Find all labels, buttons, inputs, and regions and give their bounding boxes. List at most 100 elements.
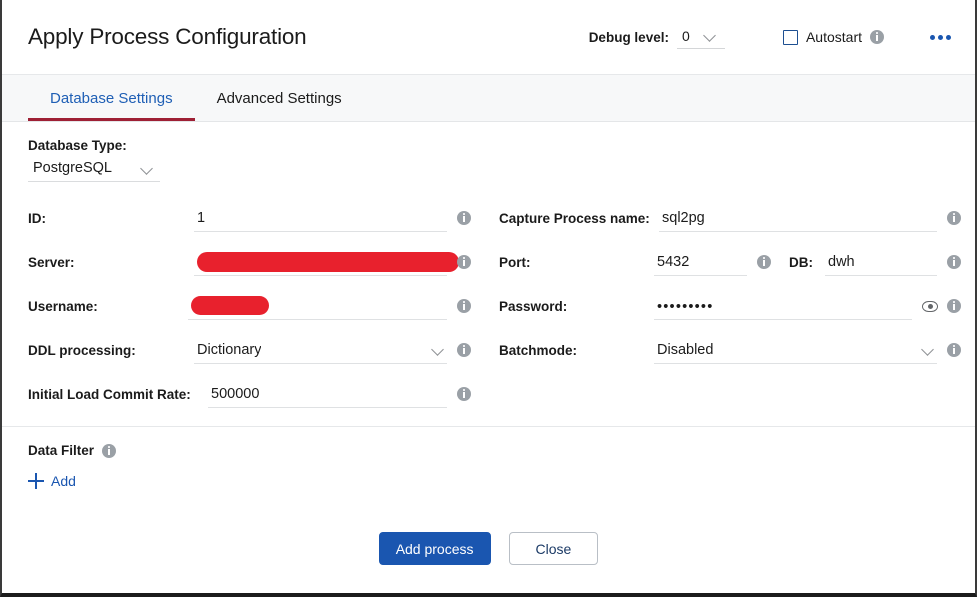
info-icon[interactable] bbox=[947, 211, 961, 225]
redaction-mark bbox=[197, 251, 459, 272]
info-icon[interactable] bbox=[870, 30, 884, 44]
port-value: 5432 bbox=[657, 253, 690, 270]
port-label: Port: bbox=[499, 254, 531, 270]
info-icon[interactable] bbox=[102, 443, 117, 458]
ddl-processing-select[interactable]: Dictionary bbox=[194, 337, 447, 364]
tab-advanced-settings[interactable]: Advanced Settings bbox=[195, 75, 364, 121]
ddl-processing-value: Dictionary bbox=[197, 341, 262, 358]
field-row-id: ID: 1 bbox=[2, 196, 489, 240]
more-options-button[interactable] bbox=[930, 34, 951, 40]
data-filter-title: Data Filter bbox=[28, 443, 95, 458]
dot-icon bbox=[938, 34, 943, 40]
capture-process-name-value: sql2pg bbox=[662, 209, 705, 226]
server-icons bbox=[457, 255, 471, 269]
form-column-right: Capture Process name: sql2pg Port: 5432 bbox=[489, 196, 975, 416]
password-input[interactable]: ••••••••• bbox=[654, 293, 912, 320]
field-row-initial-load-commit-rate: Initial Load Commit Rate: 500000 bbox=[2, 372, 489, 416]
info-icon[interactable] bbox=[457, 387, 471, 401]
ddl-processing-label: DDL processing: bbox=[28, 342, 136, 358]
add-process-button[interactable]: Add process bbox=[378, 532, 491, 565]
database-type-label: Database Type: bbox=[28, 138, 127, 153]
id-input[interactable]: 1 bbox=[194, 205, 447, 232]
data-filter-section: Data Filter Add bbox=[2, 427, 975, 494]
username-label: Username: bbox=[28, 298, 98, 314]
id-label: ID: bbox=[28, 210, 46, 226]
info-icon[interactable] bbox=[457, 299, 471, 313]
tab-label: Advanced Settings bbox=[216, 89, 342, 107]
plus-icon bbox=[28, 473, 44, 489]
dot-icon bbox=[946, 34, 951, 40]
info-icon[interactable] bbox=[757, 255, 771, 269]
id-value: 1 bbox=[197, 209, 206, 226]
info-icon[interactable] bbox=[457, 211, 471, 225]
db-input[interactable]: dwh bbox=[825, 249, 937, 276]
db-label: DB: bbox=[789, 254, 813, 270]
batchmode-icons bbox=[947, 343, 961, 357]
db-icons bbox=[947, 255, 961, 269]
database-type-group: Database Type: PostgreSQL bbox=[2, 138, 975, 182]
password-label: Password: bbox=[499, 298, 568, 314]
initial-load-commit-rate-value: 500000 bbox=[211, 385, 260, 402]
redaction-mark bbox=[191, 296, 269, 315]
username-icons bbox=[457, 299, 471, 313]
form-grid: ID: 1 Server: Username: DDL processing: … bbox=[2, 196, 975, 416]
tab-bar: Database Settings Advanced Settings bbox=[2, 74, 975, 122]
info-icon[interactable] bbox=[947, 343, 961, 357]
chevron-down-icon bbox=[432, 343, 445, 356]
field-row-server: Server: bbox=[2, 240, 489, 284]
add-filter-label: Add bbox=[51, 473, 76, 489]
chevron-down-icon bbox=[704, 29, 717, 42]
port-input[interactable]: 5432 bbox=[654, 249, 747, 276]
tab-label: Database Settings bbox=[50, 89, 173, 107]
capture-process-name-label: Capture Process name: bbox=[499, 210, 650, 226]
dot-icon bbox=[930, 34, 935, 40]
server-input[interactable] bbox=[194, 249, 459, 276]
apply-process-configuration-dialog: Apply Process Configuration Debug level:… bbox=[0, 0, 977, 597]
capture-process-name-icons bbox=[947, 211, 961, 225]
tab-database-settings[interactable]: Database Settings bbox=[28, 75, 195, 121]
chevron-down-icon bbox=[141, 162, 154, 175]
close-button[interactable]: Close bbox=[508, 532, 599, 565]
settings-form: Database Type: PostgreSQL ID: 1 Server: … bbox=[2, 122, 975, 494]
header-controls: Debug level: 0 Autostart bbox=[589, 26, 955, 49]
initial-load-commit-rate-input[interactable]: 500000 bbox=[208, 381, 447, 408]
port-icons bbox=[757, 255, 771, 269]
server-label: Server: bbox=[28, 254, 75, 270]
capture-process-name-input[interactable]: sql2pg bbox=[659, 205, 937, 232]
ddl-processing-icons bbox=[457, 343, 471, 357]
initial-load-commit-rate-icons bbox=[457, 387, 471, 401]
batchmode-label: Batchmode: bbox=[499, 342, 578, 358]
field-row-port-db: Port: 5432 DB: dwh bbox=[489, 240, 975, 284]
username-input[interactable] bbox=[188, 293, 447, 320]
chevron-down-icon bbox=[922, 343, 935, 356]
database-type-value: PostgreSQL bbox=[33, 160, 112, 176]
debug-level-label: Debug level: bbox=[588, 29, 669, 45]
debug-level-select[interactable]: 0 bbox=[676, 26, 725, 49]
debug-level-control: Debug level: 0 bbox=[589, 26, 725, 49]
page-title: Apply Process Configuration bbox=[28, 24, 307, 49]
info-icon[interactable] bbox=[457, 255, 471, 269]
autostart-checkbox[interactable] bbox=[782, 29, 798, 45]
field-row-spacer bbox=[489, 372, 975, 416]
field-row-username: Username: bbox=[2, 284, 489, 328]
field-row-password: Password: ••••••••• bbox=[489, 284, 975, 328]
info-icon[interactable] bbox=[457, 343, 471, 357]
field-row-ddl-processing: DDL processing: Dictionary bbox=[2, 328, 489, 372]
data-filter-header: Data Filter bbox=[28, 443, 975, 458]
autostart-control: Autostart bbox=[782, 29, 884, 45]
eye-icon[interactable] bbox=[922, 300, 938, 312]
batchmode-select[interactable]: Disabled bbox=[654, 337, 937, 364]
initial-load-commit-rate-label: Initial Load Commit Rate: bbox=[28, 386, 191, 402]
info-icon[interactable] bbox=[947, 299, 961, 313]
batchmode-value: Disabled bbox=[657, 341, 714, 358]
password-icons bbox=[922, 299, 961, 313]
id-icons bbox=[457, 211, 471, 225]
dialog-footer: Add process Close bbox=[2, 532, 975, 565]
add-filter-button[interactable]: Add bbox=[28, 473, 76, 489]
dialog-header: Apply Process Configuration Debug level:… bbox=[2, 0, 975, 74]
field-row-capture-process-name: Capture Process name: sql2pg bbox=[489, 196, 975, 240]
db-value: dwh bbox=[828, 253, 855, 270]
debug-level-value: 0 bbox=[681, 27, 690, 44]
info-icon[interactable] bbox=[947, 255, 961, 269]
database-type-select[interactable]: PostgreSQL bbox=[28, 158, 160, 182]
